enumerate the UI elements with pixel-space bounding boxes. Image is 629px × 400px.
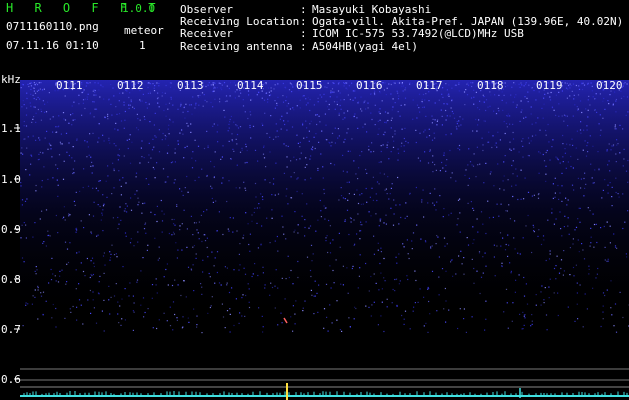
noise-band bbox=[20, 80, 629, 320]
info-separator: : bbox=[300, 39, 307, 53]
y-tick-label: 0.7 bbox=[1, 323, 21, 336]
info-separator: : bbox=[300, 27, 307, 41]
x-tick-label: 0111 bbox=[56, 79, 83, 92]
x-tick-label: 0112 bbox=[117, 79, 144, 92]
info-row-receiver: Receiver : ICOM IC-575 53.7492(@LCD)MHz … bbox=[180, 28, 623, 40]
x-tick-label: 0116 bbox=[356, 79, 383, 92]
x-tick-label: 0118 bbox=[477, 79, 504, 92]
axis-ticks bbox=[14, 127, 20, 380]
x-tick-label: 0120 bbox=[596, 79, 623, 92]
info-key: Receiver bbox=[180, 27, 233, 41]
date-time: 07.11.16 01:10 bbox=[6, 39, 99, 52]
x-tick-label: 0117 bbox=[416, 79, 443, 92]
y-tick-label: 0.8 bbox=[1, 273, 21, 286]
station-info: Observer : Masayuki Kobayashi Receiving … bbox=[180, 3, 623, 53]
app-version: 1.0.0 bbox=[122, 2, 156, 15]
y-tick-label: 1.0 bbox=[1, 173, 21, 186]
x-tick-label: 0115 bbox=[296, 79, 323, 92]
file-name: 0711160110.png bbox=[6, 20, 99, 33]
y-axis-unit: kHz bbox=[1, 73, 21, 86]
spectrogram bbox=[14, 80, 629, 400]
y-tick-label: 1.1 bbox=[1, 122, 21, 135]
baseline-lines bbox=[20, 368, 629, 397]
detection-count: 1 bbox=[139, 39, 146, 52]
y-tick-label: 0.9 bbox=[1, 223, 21, 236]
info-value: ICOM IC-575 53.7492(@LCD)MHz USB bbox=[312, 27, 524, 41]
info-row-antenna: Receiving antenna : A504HB(yagi 4el) bbox=[180, 39, 623, 53]
info-value: A504HB(yagi 4el) bbox=[312, 39, 418, 53]
detection-type: meteor bbox=[124, 24, 164, 37]
info-key: Receiving antenna bbox=[180, 39, 293, 53]
x-tick-label: 0119 bbox=[536, 79, 563, 92]
y-tick-label: 0.6 bbox=[1, 373, 21, 386]
x-tick-label: 0113 bbox=[177, 79, 204, 92]
x-tick-label: 0114 bbox=[237, 79, 264, 92]
